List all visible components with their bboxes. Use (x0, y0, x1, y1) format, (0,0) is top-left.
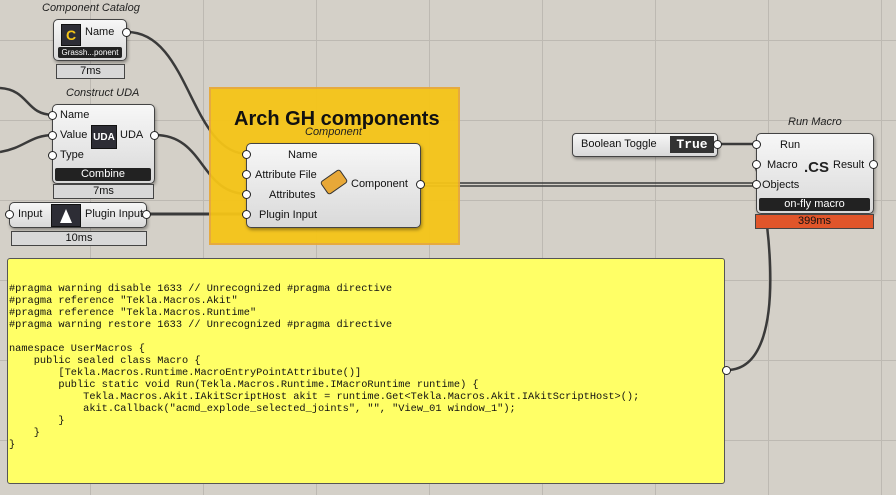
run-macro-input-objects: Objects (762, 179, 800, 191)
uda-icon: UDA (91, 125, 117, 149)
toggle-value[interactable]: True (670, 136, 714, 153)
run-macro-node[interactable]: Run Macro Objects .CS Result on-fly macr… (756, 133, 874, 214)
component-output-label: Component (351, 178, 408, 190)
catalog-timer: 7ms (56, 64, 125, 79)
component-grip-attribute-file[interactable] (242, 170, 251, 179)
panel-output-grip[interactable] (722, 366, 731, 375)
uda-output-label: UDA (120, 129, 144, 141)
uda-footer: Combine (55, 168, 151, 181)
uda-grip-type[interactable] (48, 151, 57, 160)
run-macro-grip-macro[interactable] (752, 160, 761, 169)
component-input-name: Name (288, 149, 318, 161)
uda-input-type: Type (60, 149, 84, 161)
plugin-input-input-label: Input (18, 208, 43, 220)
component-grip-name[interactable] (242, 150, 251, 159)
run-macro-output-label: Result (833, 159, 865, 171)
catalog-output-grip[interactable] (122, 28, 131, 37)
catalog-icon: C (61, 24, 81, 46)
uda-grip-name[interactable] (48, 111, 57, 120)
run-macro-input-run: Run (780, 139, 801, 151)
plugin-input-node[interactable]: Input Plugin Input (9, 202, 147, 228)
cs-icon: .CS (804, 159, 830, 176)
catalog-output-label: Name (85, 26, 115, 38)
catalog-footer: Grassh...ponent (58, 47, 122, 58)
toggle-label: Boolean Toggle (581, 138, 657, 150)
boolean-toggle[interactable]: Boolean Toggle True (572, 133, 718, 157)
plugin-input-output-label: Plugin Input (85, 208, 144, 220)
uda-input-value: Value (60, 129, 88, 141)
run-macro-caption: Run Macro (788, 116, 842, 128)
toggle-output-grip[interactable] (713, 140, 722, 149)
run-macro-output-grip[interactable] (869, 160, 878, 169)
uda-caption: Construct UDA (66, 87, 140, 99)
component-input-attribute-file: Attribute File (255, 169, 317, 181)
uda-output-grip[interactable] (150, 131, 159, 140)
component-input-plugin-input: Plugin Input (259, 209, 318, 221)
component-caption: Component (305, 126, 362, 138)
component-grip-plugin-input[interactable] (242, 210, 251, 219)
component-tag-icon (319, 168, 349, 196)
plugin-input-timer: 10ms (11, 231, 147, 246)
run-macro-input-macro: Macro (767, 159, 798, 171)
plugin-input-icon (51, 204, 81, 227)
uda-icon-text: UDA (93, 131, 115, 143)
component-grip-attributes[interactable] (242, 190, 251, 199)
component-output-grip[interactable] (416, 180, 425, 189)
plugin-input-input-grip[interactable] (5, 210, 14, 219)
component-input-attributes: Attributes (269, 189, 316, 201)
run-macro-timer: 399ms (755, 214, 874, 229)
run-macro-grip-run[interactable] (752, 140, 761, 149)
construct-uda-node[interactable]: Name Value Type UDA UDA Combine (52, 104, 155, 184)
wire-offscreen-to-uda-value (0, 133, 55, 154)
component-node[interactable]: Name Attribute File Attributes Plugin In… (246, 143, 421, 228)
wire-offscreen-to-uda-name (0, 86, 55, 117)
plugin-input-output-grip[interactable] (142, 210, 151, 219)
macro-code-panel[interactable]: #pragma warning disable 1633 // Unrecogn… (7, 258, 725, 484)
uda-timer: 7ms (53, 184, 154, 199)
run-macro-grip-objects[interactable] (752, 180, 761, 189)
uda-input-name: Name (60, 109, 90, 121)
run-macro-footer: on-fly macro (759, 198, 870, 211)
catalog-icon-letter: C (65, 27, 77, 43)
catalog-node[interactable]: C Name Grassh...ponent (53, 19, 127, 61)
catalog-caption: Component Catalog (42, 2, 140, 14)
triangle-icon (60, 208, 72, 223)
uda-grip-value[interactable] (48, 131, 57, 140)
